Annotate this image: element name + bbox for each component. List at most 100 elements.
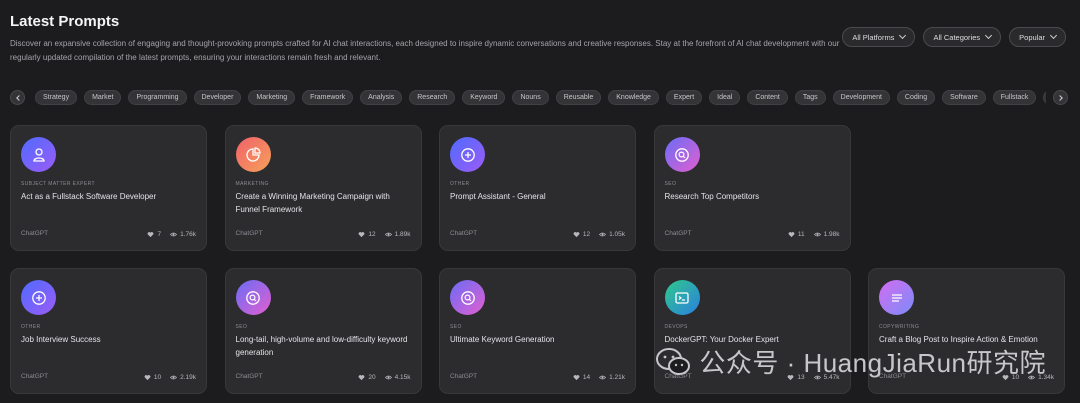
tag-chip[interactable]: Campaign bbox=[1043, 89, 1046, 105]
heart-icon bbox=[144, 375, 151, 381]
card-stats: 12 1.89k bbox=[358, 231, 411, 238]
card-stats: 11 1.98k bbox=[788, 231, 840, 238]
tag-chip[interactable]: Software bbox=[942, 89, 986, 105]
tag-chip[interactable]: Developer bbox=[193, 89, 242, 105]
page-description: Discover an expansive collection of enga… bbox=[10, 39, 840, 62]
like-count: 11 bbox=[797, 231, 805, 238]
plus-circle-icon bbox=[450, 137, 485, 172]
tag-chip[interactable]: Strategy bbox=[35, 89, 78, 105]
platform-filter-dropdown[interactable]: All Platforms bbox=[842, 27, 916, 47]
plus-circle-icon bbox=[21, 280, 56, 315]
card-category: SEO bbox=[235, 324, 248, 330]
prompt-card[interactable]: MARKETING Create a Winning Marketing Camp… bbox=[224, 125, 422, 251]
card-title[interactable]: Create a Winning Marketing Campaign with… bbox=[236, 190, 416, 216]
view-count: 1.76k bbox=[180, 231, 196, 238]
tag-chip[interactable]: Framework bbox=[302, 89, 354, 105]
prompt-card[interactable]: OTHER Prompt Assistant - General ChatGPT 12… bbox=[439, 125, 636, 251]
like-count: 20 bbox=[368, 374, 376, 381]
card-category: MARKETING bbox=[235, 181, 269, 187]
heart-icon bbox=[788, 232, 795, 238]
sort-filter-dropdown[interactable]: Popular bbox=[1009, 27, 1066, 47]
text-lines-icon bbox=[879, 280, 914, 315]
card-platform: ChatGPT bbox=[21, 230, 49, 237]
platform-filter-label: All Platforms bbox=[852, 32, 895, 42]
tag-chip[interactable]: Ideal bbox=[709, 89, 741, 105]
tag-chip[interactable]: Analysis bbox=[360, 89, 403, 105]
view-count: 4.15k bbox=[394, 374, 411, 381]
tag-chip[interactable]: Expert bbox=[665, 89, 703, 105]
prompt-card[interactable]: OTHER Job Interview Success ChatGPT 10 2.19k bbox=[10, 268, 207, 394]
prompt-card[interactable]: SUBJECT MATTER EXPERT Act as a Fullstack … bbox=[10, 125, 207, 251]
eye-icon bbox=[170, 375, 178, 380]
heart-icon bbox=[573, 232, 580, 238]
sort-filter-label: Popular bbox=[1019, 32, 1045, 42]
card-stats: 10 2.19k bbox=[144, 374, 196, 381]
card-platform: ChatGPT bbox=[21, 373, 49, 380]
card-platform: ChatGPT bbox=[450, 373, 478, 380]
prompt-card[interactable]: SEO Ultimate Keyword Generation ChatGPT 14 1… bbox=[439, 268, 636, 394]
category-filter-label: All Categories bbox=[933, 32, 981, 42]
tag-chip[interactable]: Knowledge bbox=[608, 89, 659, 105]
tag-chip[interactable]: Tags bbox=[794, 89, 826, 105]
tag-list: Strategy Market Programming Developer Market… bbox=[32, 89, 1046, 105]
eye-icon bbox=[384, 375, 392, 380]
scroll-right-icon[interactable] bbox=[1053, 89, 1068, 105]
chevron-down-icon bbox=[1049, 31, 1058, 40]
tag-chip[interactable]: Marketing bbox=[248, 89, 296, 105]
tag-scroller: Strategy Market Programming Developer Market… bbox=[10, 89, 1068, 105]
card-title[interactable]: Act as a Fullstack Software Developer bbox=[21, 190, 201, 203]
like-count: 10 bbox=[153, 374, 162, 381]
like-count: 12 bbox=[368, 231, 376, 238]
card-category: SEO bbox=[664, 181, 677, 187]
card-title[interactable]: Research Top Competitors bbox=[665, 190, 845, 203]
eye-icon bbox=[170, 232, 178, 237]
tag-chip[interactable]: Fullstack bbox=[992, 89, 1037, 105]
card-title[interactable]: Job Interview Success bbox=[21, 333, 201, 346]
heart-icon bbox=[358, 375, 365, 381]
tag-chip[interactable]: Content bbox=[747, 89, 788, 105]
view-count: 1.98k bbox=[823, 231, 840, 238]
like-count: 7 bbox=[157, 231, 162, 238]
tag-chip[interactable]: Reusable bbox=[555, 89, 602, 105]
watermark: 公众号 · HuangJiaRun研究院 bbox=[655, 343, 1046, 380]
tag-chip[interactable]: Coding bbox=[896, 89, 936, 105]
prompt-card[interactable]: SEO Long-tail, high-volume and low-diffic… bbox=[224, 268, 422, 394]
tag-chip[interactable]: Development bbox=[832, 89, 890, 105]
card-stats: 7 1.76k bbox=[147, 231, 196, 238]
eye-icon bbox=[599, 375, 607, 380]
card-platform: ChatGPT bbox=[235, 373, 263, 380]
person-icon bbox=[21, 137, 56, 172]
like-count: 12 bbox=[582, 231, 591, 238]
card-category: SEO bbox=[450, 324, 462, 330]
view-count: 2.19k bbox=[180, 374, 196, 381]
card-stats: 14 1.21k bbox=[573, 374, 625, 381]
card-platform: ChatGPT bbox=[450, 230, 478, 237]
grid-spacer bbox=[868, 125, 1065, 251]
tag-chip[interactable]: Nouns bbox=[512, 89, 549, 105]
tag-chip[interactable]: Programming bbox=[128, 89, 187, 105]
heart-icon bbox=[148, 232, 154, 238]
view-count: 1.21k bbox=[609, 374, 625, 381]
page-title: Latest Prompts bbox=[10, 13, 120, 30]
search-icon bbox=[664, 137, 700, 172]
chevron-down-icon bbox=[899, 31, 907, 40]
terminal-icon bbox=[664, 280, 700, 315]
search-icon bbox=[450, 280, 485, 315]
card-category: COPYWRITING bbox=[879, 324, 920, 330]
heart-icon bbox=[573, 375, 580, 381]
card-title[interactable]: Long-tail, high-volume and low-difficult… bbox=[236, 333, 416, 359]
tag-chip[interactable]: Research bbox=[409, 89, 456, 105]
tag-chip[interactable]: Market bbox=[84, 89, 122, 105]
category-filter-dropdown[interactable]: All Categories bbox=[923, 27, 1002, 47]
scroll-left-icon[interactable] bbox=[10, 89, 25, 105]
prompt-card[interactable]: SEO Research Top Competitors ChatGPT 11 1.98… bbox=[653, 125, 851, 251]
card-title[interactable]: Ultimate Keyword Generation bbox=[450, 333, 630, 346]
filter-bar: All Platforms All Categories Popular bbox=[842, 27, 1066, 47]
pie-chart-icon bbox=[235, 137, 271, 172]
tag-chip[interactable]: Keyword bbox=[462, 89, 506, 105]
chevron-down-icon bbox=[985, 31, 993, 40]
view-count: 1.89k bbox=[394, 231, 411, 238]
card-title[interactable]: Prompt Assistant - General bbox=[450, 190, 630, 203]
card-category: OTHER bbox=[21, 324, 41, 330]
card-platform: ChatGPT bbox=[235, 230, 263, 237]
